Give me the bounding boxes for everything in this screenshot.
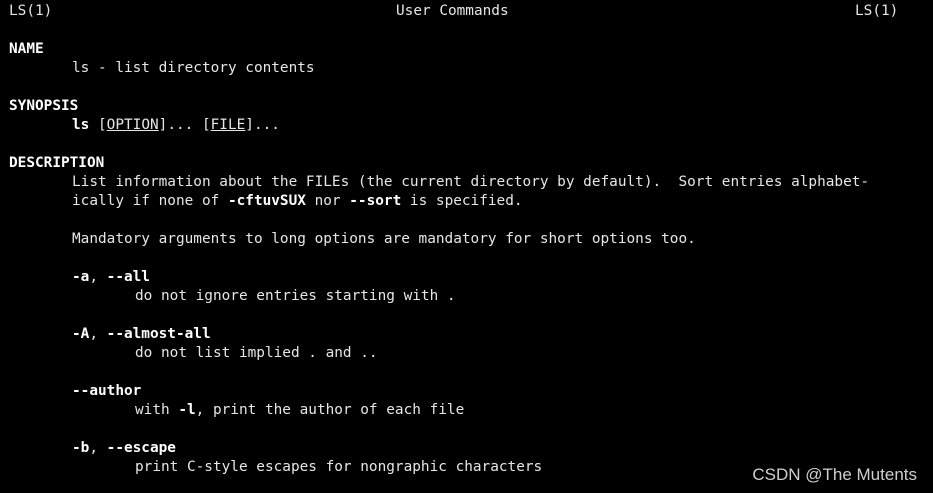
name-description: ls - list directory contents	[72, 60, 315, 76]
watermark: CSDN @The Mutents	[752, 465, 917, 484]
option-separator: ,	[89, 440, 107, 456]
synopsis-between: ]... [	[158, 117, 211, 133]
option-desc-flag: -l	[178, 402, 196, 418]
option-long: --escape	[106, 440, 176, 456]
synopsis-open-bracket: [	[98, 117, 107, 133]
section-heading-synopsis: SYNOPSIS	[9, 98, 79, 114]
option-term-escape: -b, --escape	[72, 439, 176, 458]
option-short: -a	[72, 269, 90, 285]
synopsis-command: ls	[72, 117, 90, 133]
description-flags: -cftuvSUX	[227, 193, 306, 209]
option-term-almost-all: -A, --almost-all	[72, 325, 211, 344]
section-heading-description: DESCRIPTION	[9, 155, 105, 171]
synopsis-line: ls [OPTION]... [FILE]...	[72, 116, 280, 135]
section-heading-name: NAME	[9, 41, 44, 57]
option-term-author: --author	[72, 383, 142, 399]
option-long: --almost-all	[106, 326, 211, 342]
option-short: -A	[72, 326, 90, 342]
synopsis-option-arg: OPTION	[106, 117, 159, 133]
description-line-1: List information about the FILEs (the cu…	[72, 174, 870, 190]
option-long: --all	[106, 269, 150, 285]
description-line-2: ically if none of -cftuvSUX nor --sort i…	[72, 192, 523, 211]
description-text: nor	[305, 193, 350, 209]
option-desc-author: with -l, print the author of each file	[135, 401, 464, 420]
description-sort-flag: --sort	[349, 193, 402, 209]
option-desc-all: do not ignore entries starting with .	[135, 288, 456, 304]
option-term-all: -a, --all	[72, 268, 150, 287]
description-text: is specified.	[401, 193, 523, 209]
terminal-window[interactable]: LS(1) User Commands LS(1) NAME ls - list…	[0, 0, 933, 493]
man-header-title: User Commands	[396, 3, 509, 19]
option-desc-text: with	[135, 402, 179, 418]
description-text: ically if none of	[72, 193, 228, 209]
man-header-right: LS(1)	[855, 3, 899, 19]
option-short: -b	[72, 440, 90, 456]
option-separator: ,	[89, 269, 107, 285]
man-header-left: LS(1)	[9, 3, 53, 19]
option-separator: ,	[89, 326, 107, 342]
description-mandatory-note: Mandatory arguments to long options are …	[72, 231, 696, 247]
option-desc-text: , print the author of each file	[195, 402, 465, 418]
synopsis-space	[89, 117, 98, 133]
option-desc-escape: print C-style escapes for nongraphic cha…	[135, 459, 543, 475]
synopsis-file-arg: FILE	[210, 117, 246, 133]
option-desc-almost-all: do not list implied . and ..	[135, 345, 378, 361]
synopsis-tail: ]...	[245, 117, 280, 133]
